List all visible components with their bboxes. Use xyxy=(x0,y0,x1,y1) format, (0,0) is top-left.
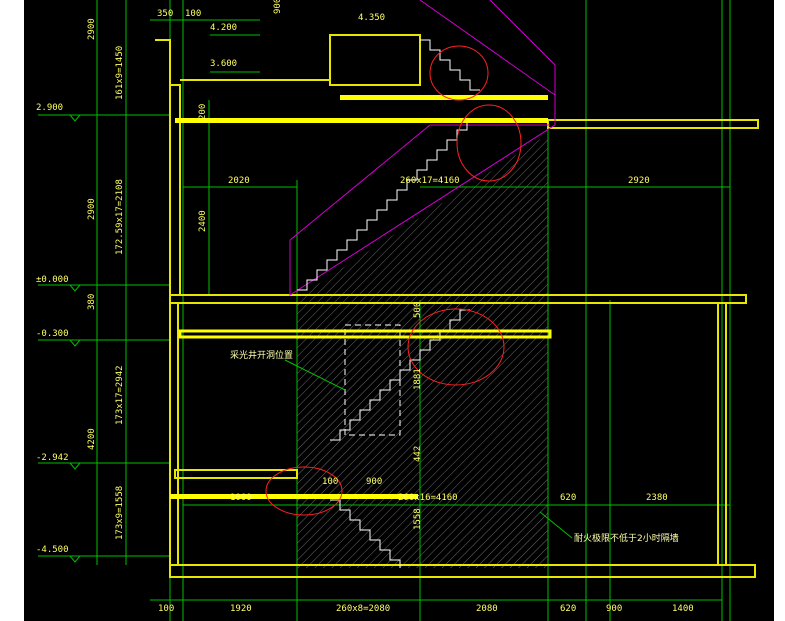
dim-1650: 161x9=1450 xyxy=(115,46,125,100)
dim-2900b: 2900 xyxy=(87,198,97,220)
dim-380: 380 xyxy=(87,294,97,310)
bottom-900: 900 xyxy=(606,604,622,614)
elevation-e5: -4.500 xyxy=(36,545,69,555)
bottom-100: 100 xyxy=(158,604,174,614)
dim-900b: 900 xyxy=(366,477,382,487)
bottom-620: 620 xyxy=(560,604,576,614)
elevation-e1: 2.900 xyxy=(36,103,63,113)
dim-1881: 1881 xyxy=(413,368,423,390)
dim-200: 200 xyxy=(198,104,208,120)
note-skylight: 采光井开洞位置 xyxy=(230,349,293,361)
elevation-e6: 4.350 xyxy=(358,13,385,23)
dim-2400: 2400 xyxy=(198,210,208,232)
dim-2900a: 2900 xyxy=(87,18,97,40)
dim-1558: 173x9=1558 xyxy=(115,486,125,540)
dim-1000: 1000 xyxy=(230,493,252,503)
dim-260b: 260x16=4160 xyxy=(398,493,458,503)
dim-500: 500 xyxy=(413,302,423,318)
dim-2920: 2920 xyxy=(628,176,650,186)
dim-4200: 4200 xyxy=(87,428,97,450)
dim-260x17: 260x17=4160 xyxy=(400,176,460,186)
dim-620a: 620 xyxy=(560,493,576,503)
dim-2380: 2380 xyxy=(646,493,668,503)
elevation-e2: ±0.000 xyxy=(36,275,69,285)
dim-100b: 100 xyxy=(322,477,338,487)
cad-section-drawing: 2.900 ±0.000 -0.300 -2.942 -4.500 4.350 … xyxy=(0,0,785,621)
dim-2020: 2020 xyxy=(228,176,250,186)
bottom-1400: 1400 xyxy=(672,604,694,614)
dim-2942: 173x17=2942 xyxy=(115,365,125,425)
dim-350: 350 xyxy=(157,9,173,19)
elevation-e4: -2.942 xyxy=(36,453,69,463)
bottom-2080: 260x8=2080 xyxy=(336,604,390,614)
dim-100a: 100 xyxy=(185,9,201,19)
bottom-2080b: 2080 xyxy=(476,604,498,614)
dim-2108: 172.59x17=2108 xyxy=(115,179,125,255)
elevation-e7: 4.200 xyxy=(210,23,237,33)
dim-900a: 900 xyxy=(273,0,283,14)
dim-442: 442 xyxy=(413,446,423,462)
dim-1558b: 1558 xyxy=(413,508,423,530)
elevation-e8: 3.600 xyxy=(210,59,237,69)
bottom-1920: 1920 xyxy=(230,604,252,614)
elevation-e3: -0.300 xyxy=(36,329,69,339)
note-fire-wall: 耐火极限不低于2小时隔墙 xyxy=(574,532,679,544)
